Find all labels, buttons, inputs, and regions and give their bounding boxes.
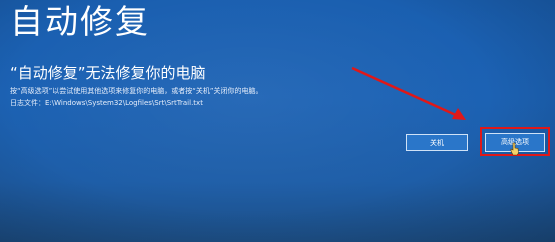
- red-arrow-icon: [351, 66, 466, 120]
- hand-cursor-icon: [510, 142, 519, 156]
- recovery-screen: 自动修复 “自动修复”无法修复你的电脑 按“高级选项”以尝试使用其他选项来修复你…: [0, 0, 555, 242]
